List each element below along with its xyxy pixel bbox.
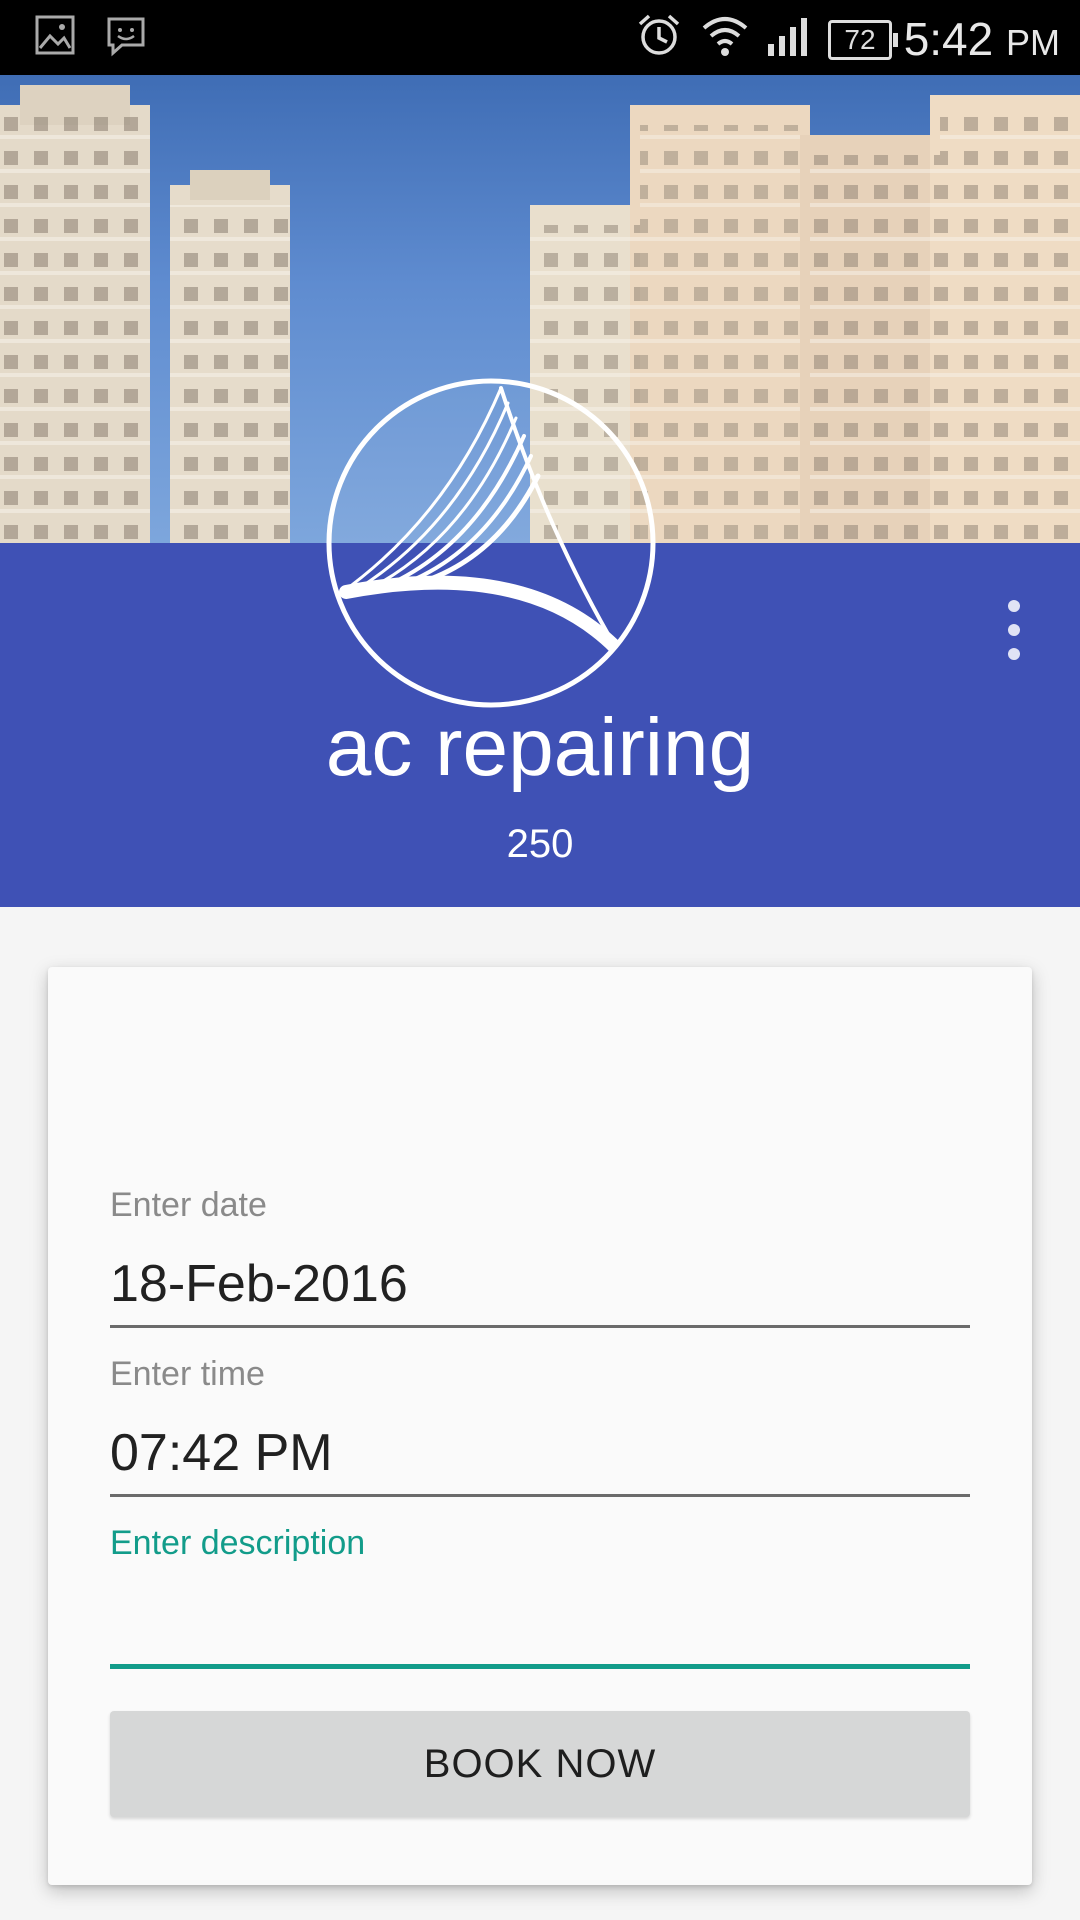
overflow-menu-button[interactable]: [996, 600, 1032, 660]
signal-icon: [768, 18, 807, 56]
description-field-underline: [110, 1664, 970, 1669]
date-field-underline: [110, 1325, 970, 1328]
image-icon: [35, 15, 75, 55]
company-logo: [326, 378, 656, 708]
wifi-icon: [702, 17, 748, 56]
service-title: ac repairing: [325, 702, 755, 793]
chat-icon: [107, 17, 145, 57]
date-field[interactable]: 18-Feb-2016: [110, 1254, 408, 1314]
dot-icon: [1008, 600, 1020, 612]
clock: 5:42 PM: [903, 13, 1060, 65]
time-label: Enter time: [110, 1355, 265, 1393]
status-bar: 72 5:42 PM: [0, 0, 1080, 75]
service-price: 250: [506, 822, 574, 866]
battery-icon: 72: [828, 20, 898, 60]
dot-icon: [1008, 648, 1020, 660]
book-now-button[interactable]: BOOK NOW: [110, 1711, 970, 1817]
date-label: Enter date: [110, 1186, 267, 1224]
time-field-underline: [110, 1494, 970, 1497]
description-label: Enter description: [110, 1524, 366, 1562]
description-field[interactable]: [110, 1590, 970, 1660]
time-field[interactable]: 07:42 PM: [110, 1423, 333, 1483]
dot-icon: [1008, 624, 1020, 636]
alarm-icon: [638, 14, 680, 55]
